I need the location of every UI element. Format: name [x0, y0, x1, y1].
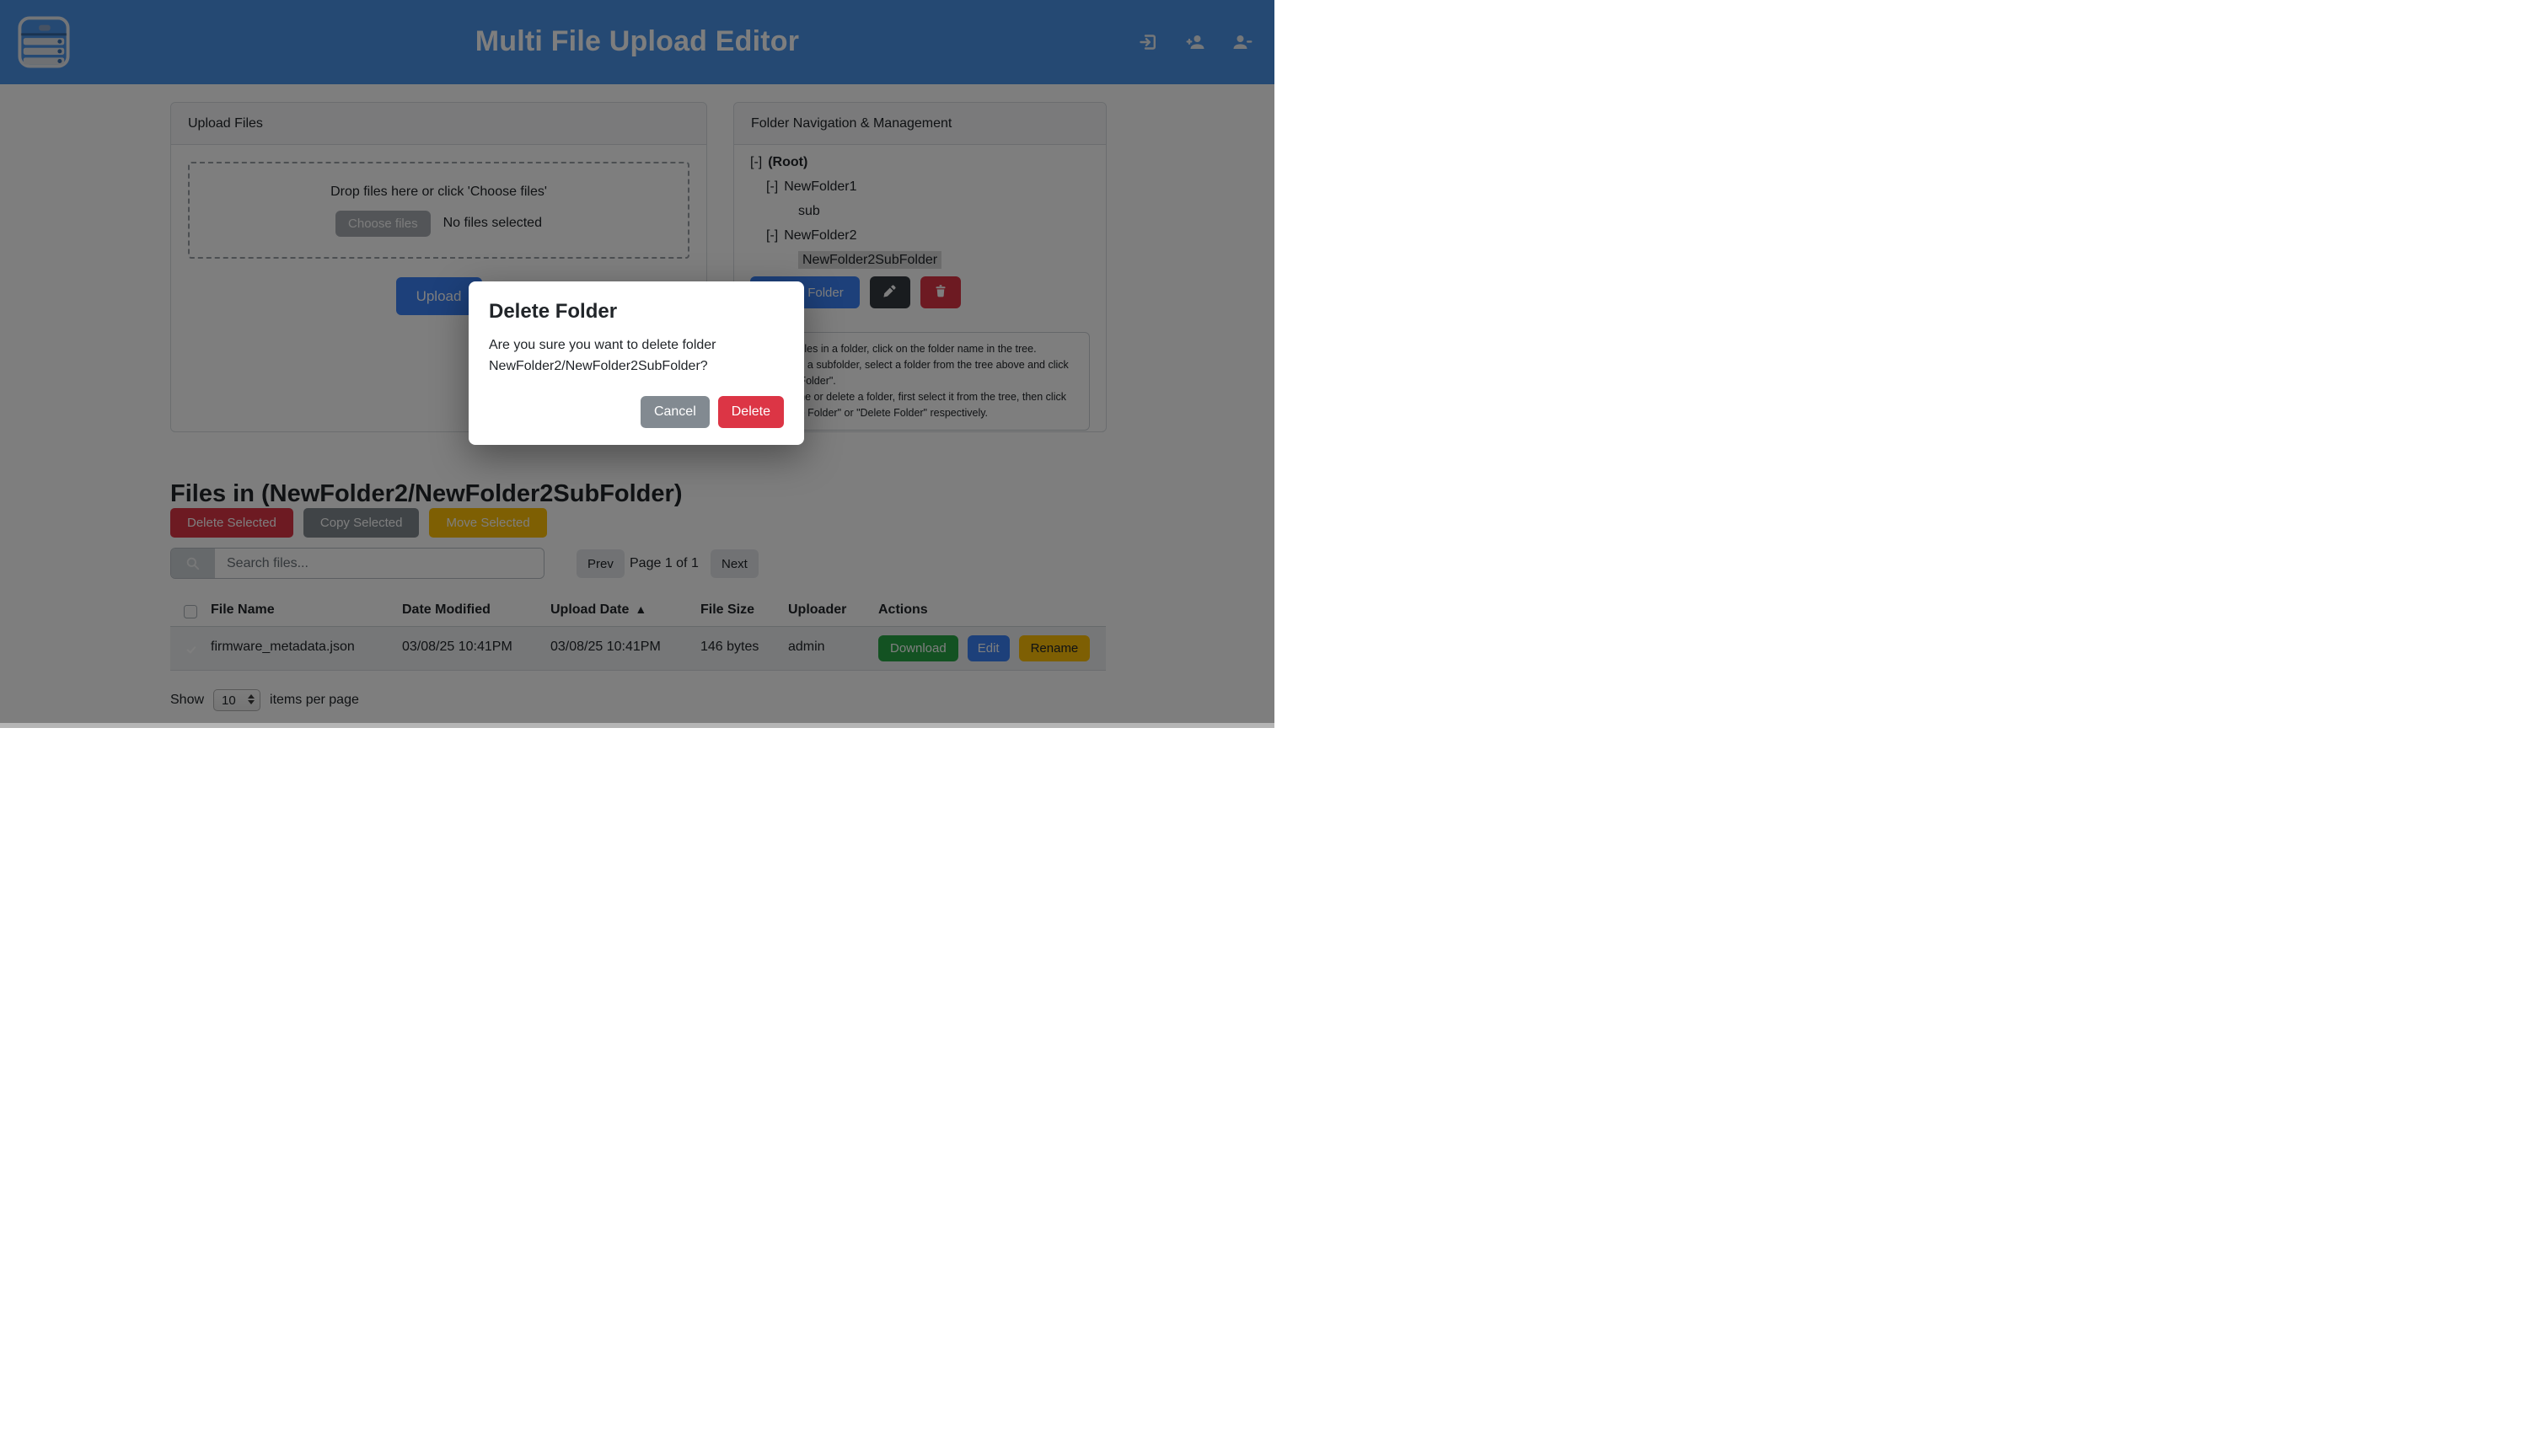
- window-bottom-edge: [0, 723, 1274, 728]
- delete-folder-dialog: Delete Folder Are you sure you want to d…: [469, 281, 804, 445]
- dialog-title: Delete Folder: [489, 300, 784, 324]
- confirm-delete-button[interactable]: Delete: [718, 396, 784, 428]
- dialog-message: Are you sure you want to delete folder N…: [489, 335, 769, 377]
- cancel-button[interactable]: Cancel: [641, 396, 710, 428]
- app-window: Multi File Upload Editor: [0, 0, 1274, 728]
